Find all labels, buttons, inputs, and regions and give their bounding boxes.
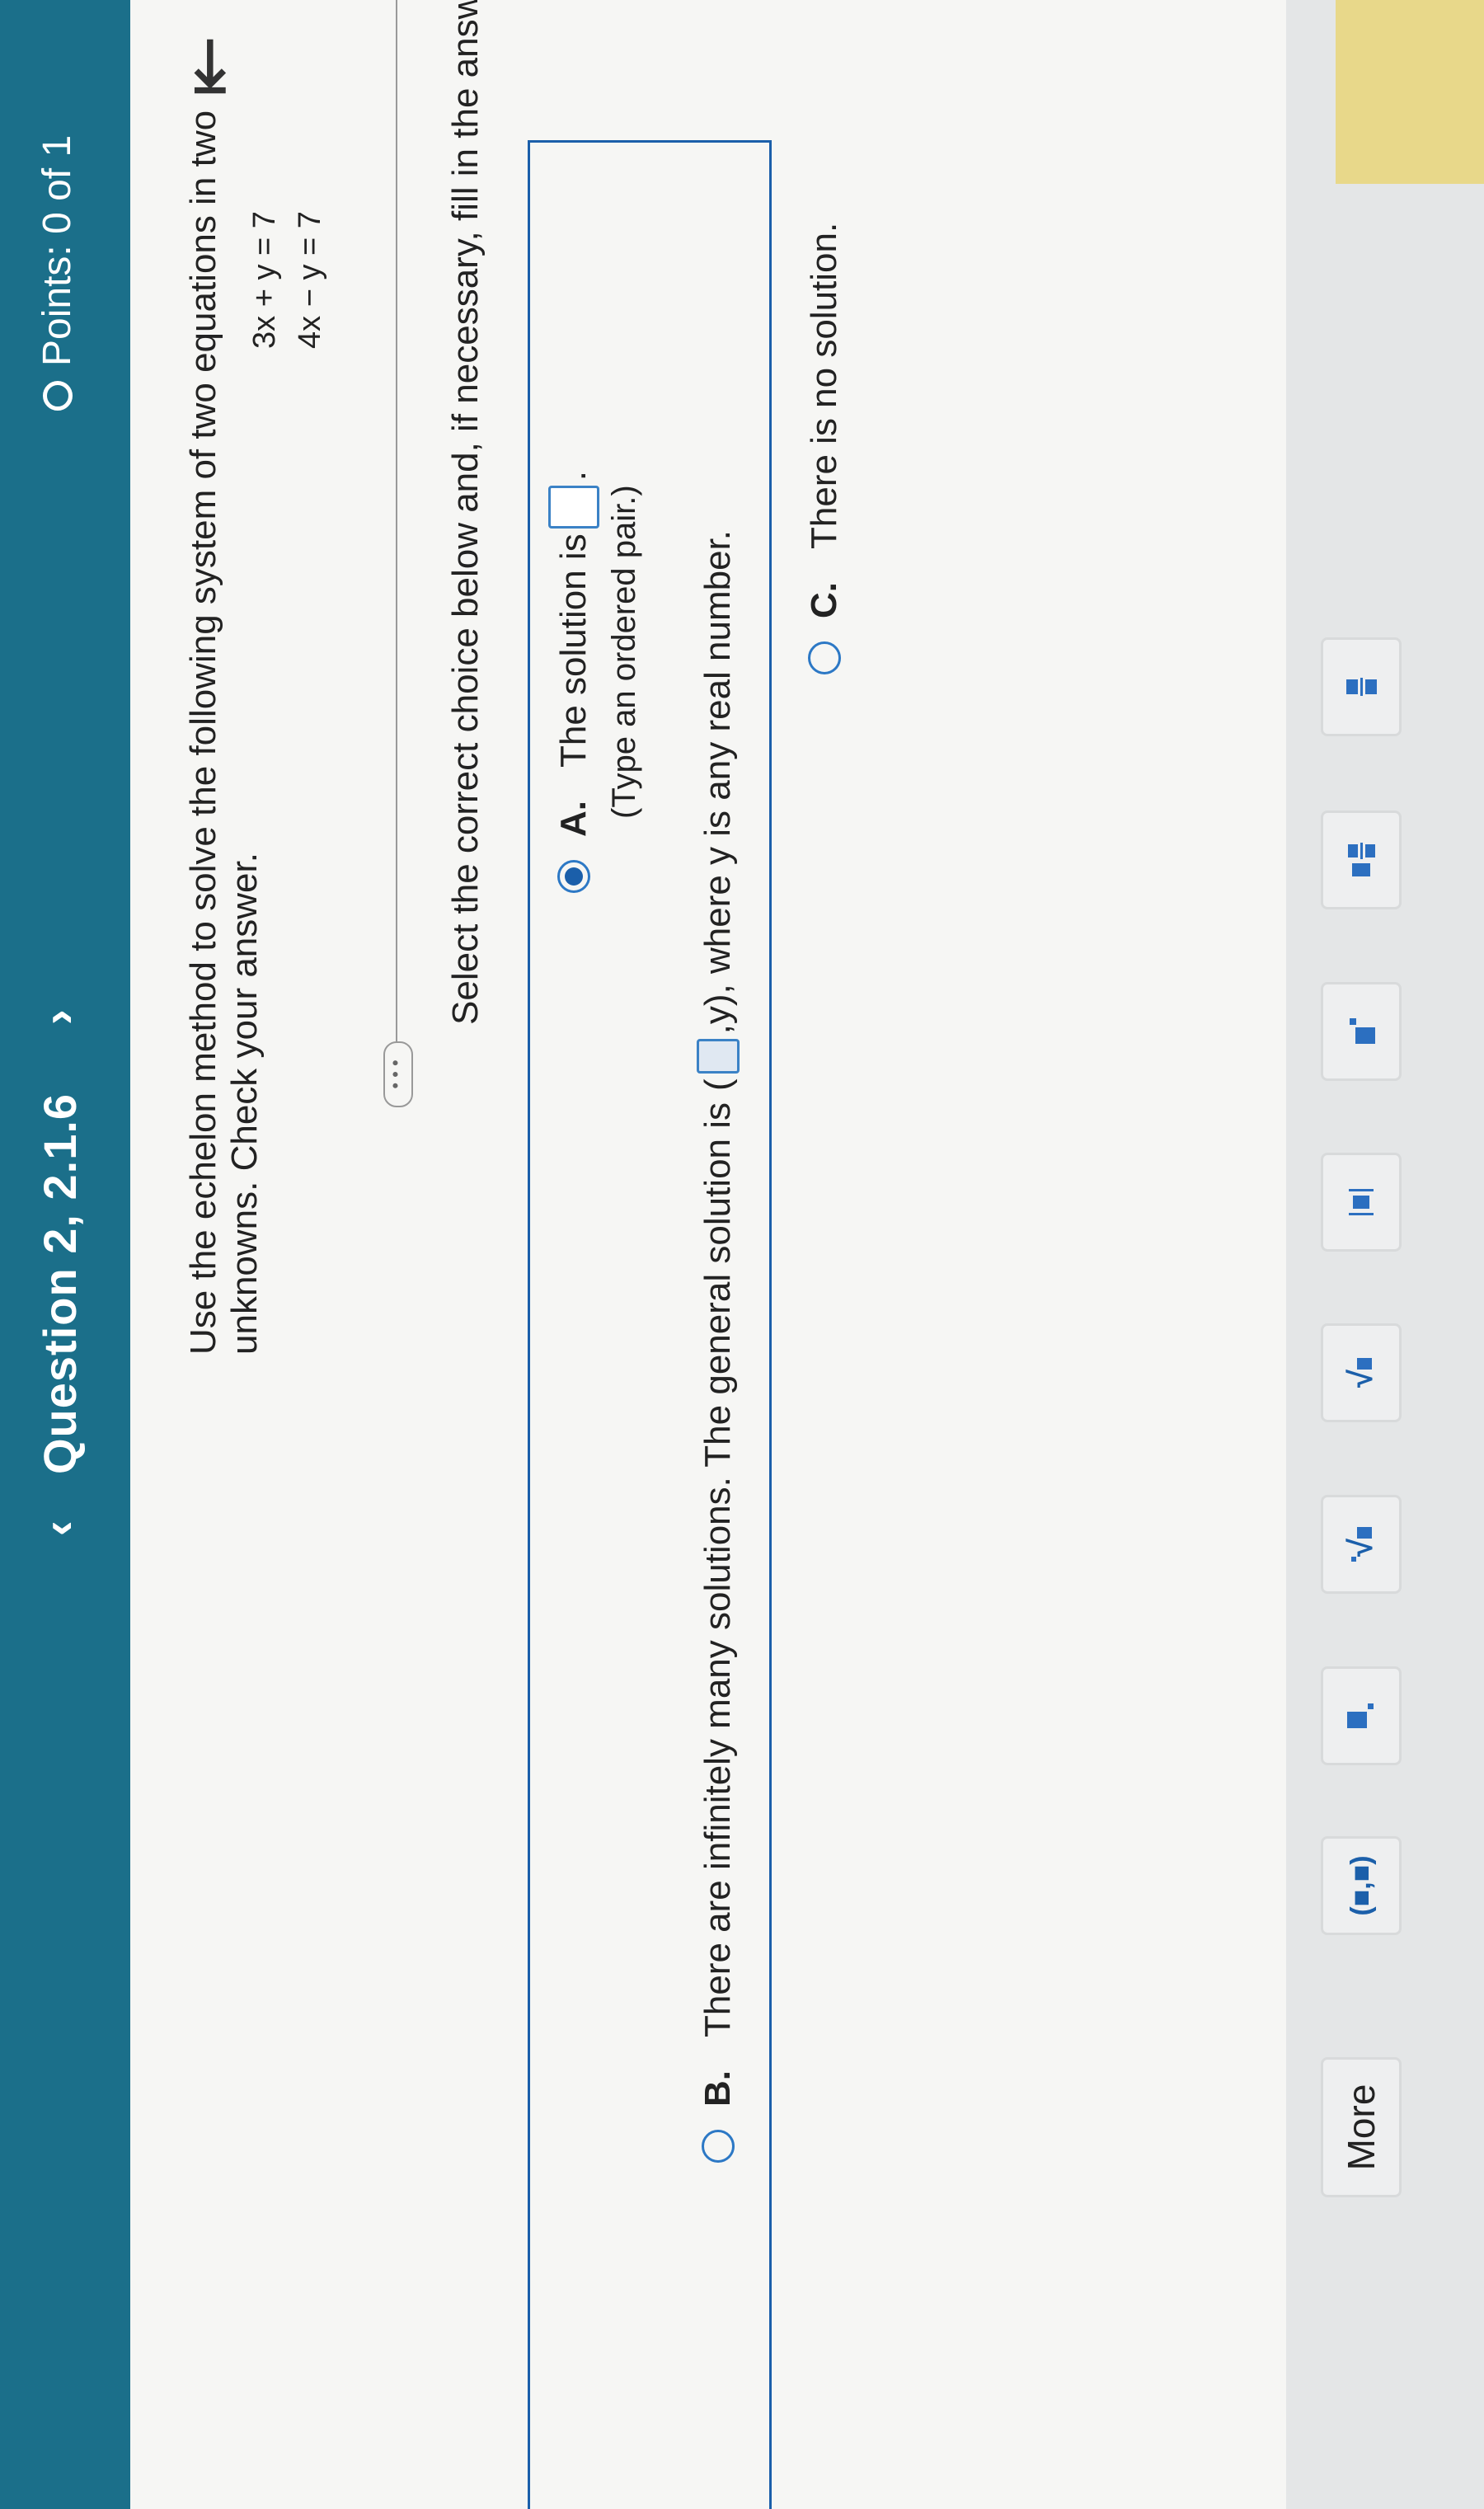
option-b-text-post: ,y), where y is any real number. (697, 529, 738, 1035)
equation-1: 3x + y = 7 (247, 211, 282, 349)
solution-input[interactable] (548, 486, 599, 529)
more-button[interactable]: More (1321, 2057, 1402, 2197)
option-b[interactable]: B. There are infinitely many solutions. … (697, 530, 740, 2163)
expand-dots-button[interactable]: • • • (383, 1041, 413, 1107)
option-c[interactable]: C. There is no solution. (804, 223, 845, 674)
exponent-button[interactable] (1321, 982, 1402, 1081)
fraction-button[interactable] (1321, 637, 1402, 736)
option-b-radio[interactable] (702, 2130, 735, 2163)
option-c-text: There is no solution. (804, 222, 844, 549)
option-b-text: There are infinitely many solutions. The… (697, 1102, 738, 2037)
divider (396, 0, 397, 1107)
header-bar: ‹ Question 2, 2.1.6 › Points: 0 of 1 (0, 0, 130, 2509)
general-solution-input[interactable] (697, 1039, 740, 1074)
square-root-button[interactable]: √ (1321, 1323, 1402, 1422)
option-a-text: The solution is (553, 533, 594, 768)
option-a[interactable]: A. The solution is . (548, 471, 599, 893)
option-a-hint: (Type an ordered pair.) (606, 485, 642, 819)
option-a-letter: A. (553, 801, 594, 837)
option-c-letter: C. (804, 582, 844, 618)
subscript-button[interactable] (1321, 1666, 1402, 1765)
nth-root-button[interactable]: √ (1321, 1495, 1402, 1594)
ordered-pair-button[interactable]: (■,■) (1321, 1836, 1402, 1935)
points-indicator: Points: 0 of 1 (35, 135, 80, 411)
option-a-radio[interactable] (557, 860, 590, 893)
option-c-radio[interactable] (808, 641, 841, 674)
question-screen: ‹ Question 2, 2.1.6 › Points: 0 of 1 ⇤ U… (0, 0, 1484, 2509)
mixed-number-button[interactable] (1321, 810, 1402, 909)
option-b-letter: B. (697, 2070, 738, 2107)
absolute-value-button[interactable] (1321, 1153, 1402, 1252)
question-title: Question 2, 2.1.6 (34, 1092, 86, 1474)
next-question-icon[interactable]: › (31, 1009, 85, 1025)
points-text: Points: 0 of 1 (35, 134, 79, 366)
previous-question-icon[interactable]: ‹ (31, 1520, 85, 1536)
highlight-patch (1336, 0, 1484, 184)
points-ring-icon (42, 381, 73, 411)
equation-2: 4x − y = 7 (293, 211, 327, 349)
instruction-text: Select the correct choice below and, if … (445, 0, 486, 1025)
